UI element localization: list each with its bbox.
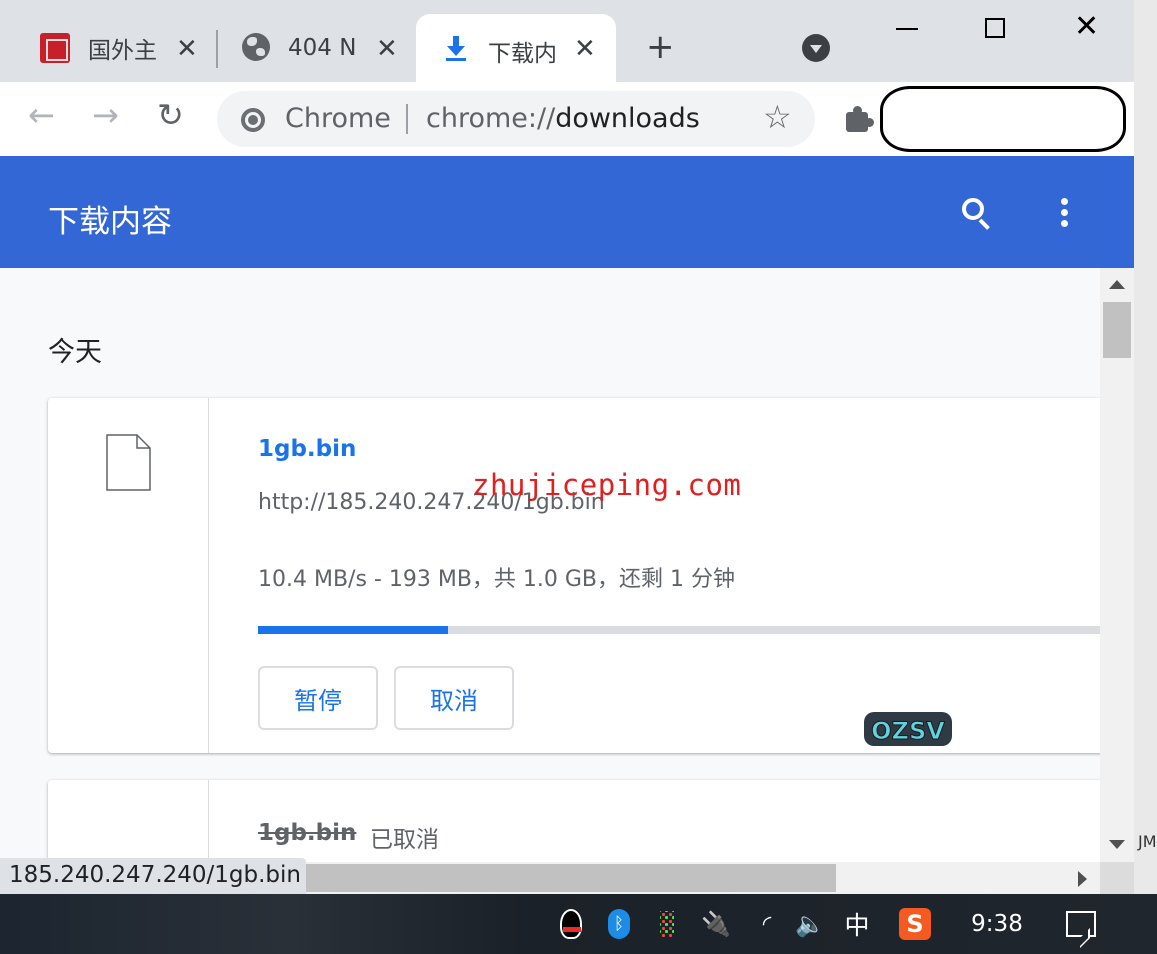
close-icon[interactable]: ✕ xyxy=(574,36,596,62)
wifi-icon[interactable]: ◜ xyxy=(752,908,782,940)
tab-divider xyxy=(216,30,218,68)
ozsv-logo-text: OZSV xyxy=(871,717,945,745)
chrome-icon xyxy=(241,108,265,132)
horizontal-scrollbar[interactable] xyxy=(306,862,1100,894)
status-url: 185.240.247.240/1gb.bin xyxy=(9,862,301,888)
app-tray-icon[interactable] xyxy=(656,908,678,940)
power-icon[interactable]: 🔌 xyxy=(698,908,734,940)
new-tab-button[interactable]: + xyxy=(646,30,675,64)
progress-fill xyxy=(258,626,448,634)
forward-button[interactable]: → xyxy=(92,99,119,131)
file-icon-column xyxy=(48,780,209,862)
bluetooth-icon[interactable]: ᛒ xyxy=(606,908,632,940)
close-icon[interactable]: ✕ xyxy=(376,36,398,62)
edge-text: JM xyxy=(1138,832,1157,851)
tab-search-icon[interactable] xyxy=(802,34,830,62)
date-section-title: 今天 xyxy=(48,337,102,368)
tab-title: 404 N xyxy=(288,35,357,61)
maximize-button[interactable] xyxy=(985,18,1005,38)
download-item: 1gb.bin http://185.240.247.240/1gb.bin 1… xyxy=(48,398,1100,753)
taskbar: ᛒ 🔌 ◜ 🔈 中 S 9:38 xyxy=(0,894,1157,954)
minimize-button[interactable] xyxy=(896,28,918,30)
url-scheme: chrome:// xyxy=(426,103,556,134)
file-name-cancelled: 1gb.bin xyxy=(258,820,357,846)
file-name-link[interactable]: 1gb.bin xyxy=(258,436,356,462)
window-close-button[interactable]: ✕ xyxy=(1074,12,1099,42)
back-button[interactable]: ← xyxy=(28,99,55,131)
link-status-bubble: 185.240.247.240/1gb.bin xyxy=(0,858,306,894)
close-icon[interactable]: ✕ xyxy=(176,36,198,62)
download-progress-bar xyxy=(258,626,1100,634)
reload-button[interactable]: ↻ xyxy=(157,99,184,131)
scroll-right-icon[interactable] xyxy=(1078,871,1087,887)
sogou-icon[interactable]: S xyxy=(898,908,932,940)
tab-downloads[interactable]: 下载内 ✕ xyxy=(416,14,616,82)
page-title: 下载内容 xyxy=(48,204,172,240)
extensions-icon[interactable] xyxy=(846,106,874,132)
download-icon xyxy=(446,36,466,61)
tab-title: 下载内 xyxy=(488,41,557,67)
file-icon xyxy=(106,434,151,491)
seal-icon xyxy=(40,33,70,63)
scroll-thumb[interactable] xyxy=(1103,302,1131,358)
omnibox[interactable]: Chrome chrome://downloads ☆ xyxy=(217,91,815,147)
search-icon[interactable] xyxy=(962,198,990,230)
download-item: 1gb.bin 已取消 xyxy=(48,780,1100,862)
download-status: 10.4 MB/s - 193 MB，共 1.0 GB，还剩 1 分钟 xyxy=(258,567,736,592)
url-host: downloads xyxy=(555,103,700,134)
notification-icon[interactable] xyxy=(1064,908,1098,940)
adjacent-window-edge: JM xyxy=(1134,0,1157,894)
downloads-list: 今天 1gb.bin http://185.240.247.240/1gb.bi… xyxy=(0,268,1100,862)
bluetooth-glyph: ᛒ xyxy=(608,909,630,939)
tab-title: 国外主 xyxy=(88,38,157,64)
clock[interactable]: 9:38 xyxy=(962,908,1032,940)
scroll-up-icon[interactable] xyxy=(1109,280,1125,289)
ozsv-logo: OZSV xyxy=(864,712,952,746)
tab-strip: 国外主 ✕ 404 N ✕ 下载内 ✕ + ✕ xyxy=(0,0,1134,82)
file-icon-column xyxy=(48,398,209,753)
redacted-profile-area xyxy=(880,86,1126,152)
vertical-scrollbar[interactable] xyxy=(1100,268,1134,862)
sogou-glyph: S xyxy=(899,908,931,940)
qq-icon[interactable] xyxy=(556,908,586,940)
globe-icon xyxy=(242,33,270,61)
scroll-down-icon[interactable] xyxy=(1109,840,1125,849)
bookmark-star-icon[interactable]: ☆ xyxy=(763,101,792,133)
omnibox-chip: Chrome xyxy=(285,103,391,134)
ime-indicator[interactable]: 中 xyxy=(842,908,872,940)
tab-404[interactable]: 404 N ✕ xyxy=(288,14,408,82)
scroll-corner xyxy=(1100,862,1134,894)
download-state: 已取消 xyxy=(370,827,439,853)
site-watermark: zhujiceping.com xyxy=(472,468,742,502)
omnibox-divider xyxy=(406,104,408,134)
scroll-thumb[interactable] xyxy=(306,864,836,892)
tab-foreign-host[interactable]: 国外主 ✕ xyxy=(88,14,208,82)
volume-icon[interactable]: 🔈 xyxy=(792,908,828,940)
more-options-icon[interactable] xyxy=(1061,198,1069,228)
cancel-button[interactable]: 取消 xyxy=(394,666,514,730)
browser-toolbar: ← → ↻ Chrome chrome://downloads ☆ xyxy=(0,82,1134,156)
downloads-header: 下载内容 xyxy=(0,156,1134,268)
address-text[interactable]: chrome://downloads xyxy=(426,103,700,134)
pause-button[interactable]: 暂停 xyxy=(258,666,378,730)
